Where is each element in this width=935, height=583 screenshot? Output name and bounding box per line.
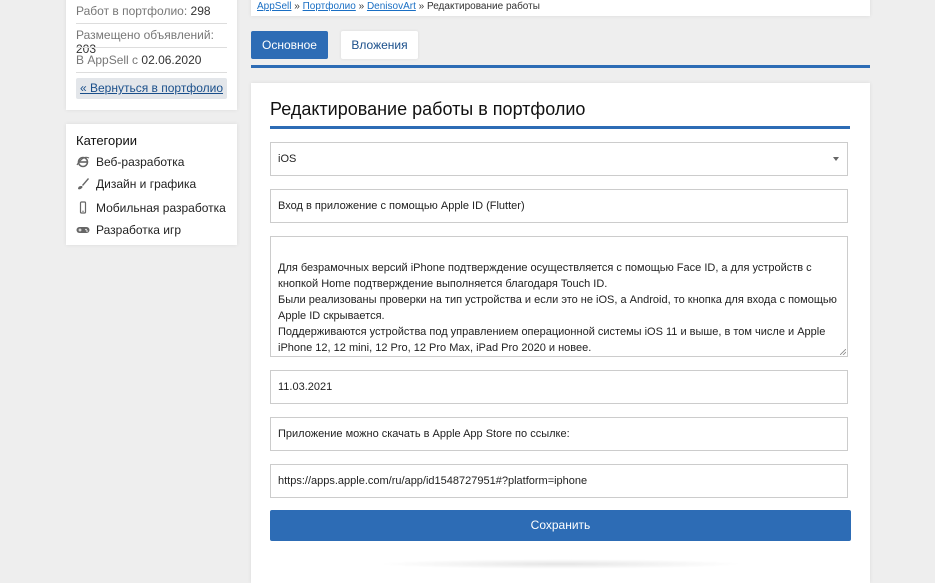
breadcrumb-link-portfolio[interactable]: Портфолио [303,1,356,12]
platform-select[interactable]: iOS [270,142,848,176]
category-mobile-development[interactable]: Мобильная разработка [76,200,231,216]
category-game-development[interactable]: Разработка игр [76,222,231,238]
breadcrumb-separator: » [358,1,365,12]
breadcrumb-separator: » [418,1,425,12]
categories-title: Категории [76,133,137,148]
phone-icon [79,201,87,214]
platform-selected-value: iOS [278,153,297,165]
back-to-portfolio-button[interactable]: « Вернуться в портфолио [76,78,227,99]
tabs-underline [251,65,870,68]
ads-count: Размещено объявлений: 203 [76,28,214,56]
link-url-input[interactable]: https://apps.apple.com/ru/app/id15487279… [270,464,848,498]
category-label: Мобильная разработка [96,201,226,215]
profile-card: Работ в портфолио: 298 Размещено объявле… [66,0,237,110]
link-text-value: Приложение можно скачать в Apple App Sto… [278,428,570,440]
link-text-input[interactable]: Приложение можно скачать в Apple App Sto… [270,417,848,451]
ie-icon [76,156,90,168]
category-label: Дизайн и графика [96,177,197,191]
breadcrumb-current: Редактирование работы [426,1,540,12]
tab-main[interactable]: Основное [251,31,328,59]
category-web-development[interactable]: Веб-разработка [76,154,231,170]
work-title-input[interactable]: Вход в приложение с помощью Apple ID (Fl… [270,189,848,223]
tab-attachments[interactable]: Вложения [341,31,418,59]
category-label: Веб-разработка [96,155,185,169]
breadcrumb-link-appsell[interactable]: AppSell [257,1,291,12]
divider [76,47,227,48]
resize-handle-icon[interactable] [840,349,846,355]
work-title-value: Вход в приложение с помощью Apple ID (Fl… [278,200,525,212]
breadcrumb: AppSell » Портфолио » DenisovArt » Редак… [251,0,870,16]
brush-icon [78,178,89,190]
category-label: Разработка игр [96,223,182,237]
date-input[interactable]: 11.03.2021 [270,370,848,404]
title-underline [270,126,850,129]
date-value: 11.03.2021 [278,381,333,393]
categories-card: Категории Веб-разработка Дизайн и график… [66,124,237,245]
description-line: Поддерживаются устройства под управление… [278,326,826,354]
save-button[interactable]: Сохранить [270,510,851,541]
divider [76,23,227,24]
breadcrumb-separator: » [294,1,300,12]
gamepad-icon [76,227,90,233]
member-since: В AppSell с 02.06.2020 [76,53,202,67]
portfolio-count: Работ в портфолио: 298 [76,4,211,18]
chevron-down-icon [833,157,839,161]
link-url-value: https://apps.apple.com/ru/app/id15487279… [278,475,588,487]
description-textarea[interactable]: Для безрамочных версий iPhone подтвержде… [270,236,848,357]
divider [76,72,227,73]
category-design-graphics[interactable]: Дизайн и графика [76,176,231,192]
edit-work-card: Редактирование работы в портфолио iOS Вх… [251,83,870,583]
description-line: Были реализованы проверки на тип устройс… [278,294,837,322]
description-line: Для безрамочных версий iPhone подтвержде… [278,262,812,290]
page-title: Редактирование работы в портфолио [270,99,586,119]
breadcrumb-link-user[interactable]: DenisovArt [367,1,416,12]
decorative-shadow [377,559,744,569]
